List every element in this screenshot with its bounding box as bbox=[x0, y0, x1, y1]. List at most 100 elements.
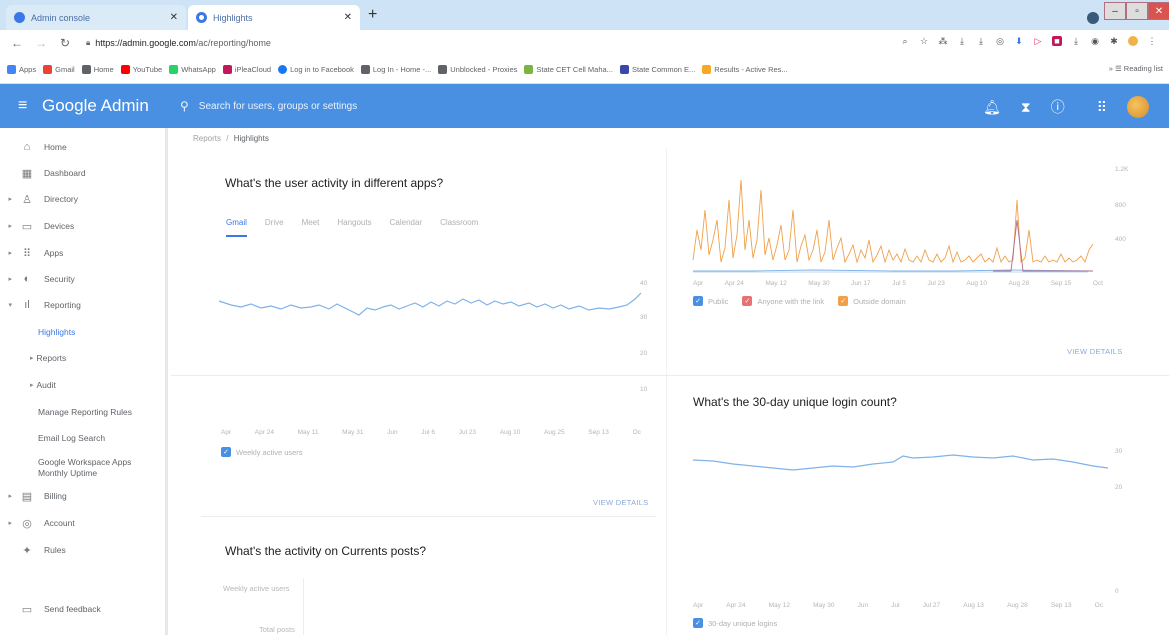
bookmark-item[interactable]: Results - Active Res... bbox=[702, 65, 788, 74]
hourglass-icon[interactable]: ⧗ bbox=[1021, 99, 1031, 116]
extension-icon[interactable]: ◉ bbox=[1090, 36, 1100, 46]
download-icon[interactable]: ⤓ bbox=[957, 36, 967, 46]
puzzle-icon[interactable]: ✱ bbox=[1109, 36, 1119, 46]
security-icon: ◐ bbox=[23, 273, 31, 285]
extension-icon[interactable]: ⁂ bbox=[938, 36, 948, 46]
avatar[interactable] bbox=[1127, 96, 1149, 118]
checkbox-checked-icon[interactable]: ✓ bbox=[221, 447, 231, 457]
user-activity-view-details-link[interactable]: VIEW DETAILS bbox=[593, 498, 649, 507]
sidebar-item-highlights[interactable]: Highlights bbox=[0, 323, 165, 341]
legend-item[interactable]: ✓ Outside domain bbox=[838, 296, 906, 306]
legend-item[interactable]: ✓ Weekly active users bbox=[221, 447, 303, 457]
legend-item[interactable]: ✓ Public bbox=[693, 296, 728, 306]
reading-list-button[interactable]: » ☰ Reading list bbox=[1109, 64, 1163, 73]
sidebar-item-apps[interactable]: ▸ ⠿ Apps bbox=[0, 244, 165, 262]
bookmark-item[interactable]: State Common E... bbox=[619, 65, 695, 74]
zoom-icon[interactable]: ⌕ bbox=[900, 36, 910, 46]
more-menu-icon[interactable]: ⋮ bbox=[1147, 36, 1157, 46]
sidebar-item-label: Audit bbox=[36, 380, 56, 390]
bookmark-item[interactable]: Unblocked - Proxies bbox=[438, 65, 517, 74]
bookmark-item[interactable]: State CET Cell Maha... bbox=[524, 65, 613, 74]
sidebar-item-home[interactable]: ⌂ Home bbox=[0, 138, 165, 156]
sidebar-item-dashboard[interactable]: ▦ Dashboard bbox=[0, 164, 165, 182]
sidebar-item-audit[interactable]: ▸ Audit bbox=[0, 376, 165, 394]
search-icon: ⚲ bbox=[180, 99, 189, 113]
bookmark-item[interactable]: WhatsApp bbox=[169, 65, 216, 74]
new-tab-button[interactable]: + bbox=[368, 6, 377, 24]
brand-title[interactable]: Google Admin bbox=[42, 96, 172, 116]
play-extension-icon[interactable]: ▷ bbox=[1033, 36, 1043, 46]
extensions-row: ⌕ ☆ ⁂ ⤓ ⤓ ◎ ⬇ ▷ ■ ⤓ ◉ ✱ ⋮ bbox=[900, 36, 1157, 46]
sharing-chart bbox=[692, 179, 1094, 273]
sidebar-item-reporting[interactable]: ▾ ıl Reporting bbox=[0, 296, 165, 314]
minimize-icon[interactable]: – bbox=[1104, 2, 1126, 20]
reload-icon[interactable]: ↻ bbox=[58, 36, 72, 50]
maximize-icon[interactable]: ▫ bbox=[1126, 2, 1148, 20]
checkbox-checked-icon[interactable]: ✓ bbox=[693, 618, 703, 628]
sidebar-item-directory[interactable]: ▸ ♙ Directory bbox=[0, 190, 165, 208]
tab-hangouts[interactable]: Hangouts bbox=[337, 218, 371, 237]
bell-icon[interactable]: 🔔︎ bbox=[983, 99, 1001, 116]
bookmark-item[interactable]: Log in to Facebook bbox=[278, 65, 354, 74]
apps-grid-icon[interactable]: ⠿ bbox=[1097, 99, 1107, 116]
sidebar-item-email-log-search[interactable]: Email Log Search bbox=[0, 429, 165, 447]
sidebar-item-reports[interactable]: ▸ Reports bbox=[0, 349, 165, 367]
download-icon[interactable]: ⤓ bbox=[976, 36, 986, 46]
download-icon[interactable]: ⤓ bbox=[1071, 36, 1081, 46]
caret-right-icon: ▸ bbox=[8, 250, 12, 257]
sidebar-item-billing[interactable]: ▸ ▤ Billing bbox=[0, 487, 165, 505]
send-feedback-button[interactable]: ▭ Send feedback bbox=[0, 600, 165, 618]
bookmark-item[interactable]: Home bbox=[81, 65, 114, 74]
legend-item[interactable]: ✓ 30-day unique logins bbox=[693, 618, 777, 628]
sidebar-item-workspace-uptime[interactable]: Google Workspace Apps Monthly Uptime bbox=[0, 454, 150, 482]
bookmark-item[interactable]: Gmail bbox=[43, 65, 75, 74]
close-window-icon[interactable]: ✕ bbox=[1148, 2, 1169, 20]
hamburger-menu-icon[interactable]: ≡ bbox=[18, 97, 34, 115]
extension-icon[interactable]: ■ bbox=[1052, 36, 1062, 46]
profile-avatar-icon[interactable] bbox=[1128, 36, 1138, 46]
sidebar-item-rules[interactable]: ✦ Rules bbox=[0, 541, 165, 559]
caret-right-icon: ▸ bbox=[8, 493, 12, 500]
bookmark-item[interactable]: Log In - Home -... bbox=[360, 65, 431, 74]
weekly-active-users-line bbox=[218, 292, 642, 316]
profile-indicator-icon[interactable] bbox=[1087, 12, 1099, 24]
sidebar-item-security[interactable]: ▸ ◐ Security bbox=[0, 270, 165, 288]
sharing-view-details-link[interactable]: VIEW DETAILS bbox=[1067, 347, 1123, 356]
close-tab-icon[interactable]: ✕ bbox=[170, 12, 178, 23]
sidebar-item-account[interactable]: ▸ ◎ Account bbox=[0, 514, 165, 532]
legend-item[interactable]: ✓ Anyone with the link bbox=[742, 296, 824, 306]
sidebar-item-label: Reports bbox=[36, 353, 67, 363]
browser-tabstrip: Admin console ✕ Highlights ✕ + – ▫ ✕ bbox=[0, 0, 1169, 30]
bookmark-item[interactable]: Apps bbox=[7, 65, 36, 74]
header-actions: 🔔︎ ⧗ ⓘ ⠿ bbox=[983, 96, 1149, 118]
back-icon[interactable]: ← bbox=[10, 36, 24, 50]
tab-classroom[interactable]: Classroom bbox=[440, 218, 478, 237]
browser-tab-highlights[interactable]: Highlights ✕ bbox=[188, 5, 360, 30]
search-bar[interactable]: ⚲ Search for users, groups or settings bbox=[180, 99, 980, 113]
bookmark-item[interactable]: YouTube bbox=[120, 65, 162, 74]
tab-title: Highlights bbox=[213, 12, 253, 23]
checkbox-checked-icon[interactable]: ✓ bbox=[838, 296, 849, 306]
bookmark-favicon-icon bbox=[524, 65, 534, 74]
bookmark-item[interactable]: iPleaCloud bbox=[222, 65, 271, 74]
breadcrumb-parent[interactable]: Reports bbox=[193, 134, 221, 143]
close-tab-icon[interactable]: ✕ bbox=[344, 12, 352, 23]
sidebar-item-devices[interactable]: ▸ ▭ Devices bbox=[0, 217, 165, 235]
browser-tab-admin-console[interactable]: Admin console ✕ bbox=[6, 5, 186, 30]
url-field[interactable]: 🔒︎ https://admin.google.com /ac/reportin… bbox=[86, 38, 271, 48]
tab-calendar[interactable]: Calendar bbox=[390, 218, 422, 237]
checkbox-checked-icon[interactable]: ✓ bbox=[693, 296, 703, 306]
tab-meet[interactable]: Meet bbox=[302, 218, 320, 237]
tab-gmail[interactable]: Gmail bbox=[226, 218, 247, 237]
sidebar-item-manage-reporting-rules[interactable]: Manage Reporting Rules bbox=[0, 403, 165, 421]
extension-icon[interactable]: ◎ bbox=[995, 36, 1005, 46]
forward-icon[interactable]: → bbox=[34, 36, 48, 50]
download-icon[interactable]: ⬇ bbox=[1014, 36, 1024, 46]
tab-drive[interactable]: Drive bbox=[265, 218, 284, 237]
search-input[interactable]: Search for users, groups or settings bbox=[199, 101, 357, 112]
bookmark-star-icon[interactable]: ☆ bbox=[919, 36, 929, 46]
sidebar-item-label: Highlights bbox=[38, 327, 76, 337]
checkbox-checked-icon[interactable]: ✓ bbox=[742, 296, 753, 306]
bookmark-favicon-icon bbox=[360, 65, 370, 74]
help-icon[interactable]: ⓘ bbox=[1051, 97, 1065, 117]
